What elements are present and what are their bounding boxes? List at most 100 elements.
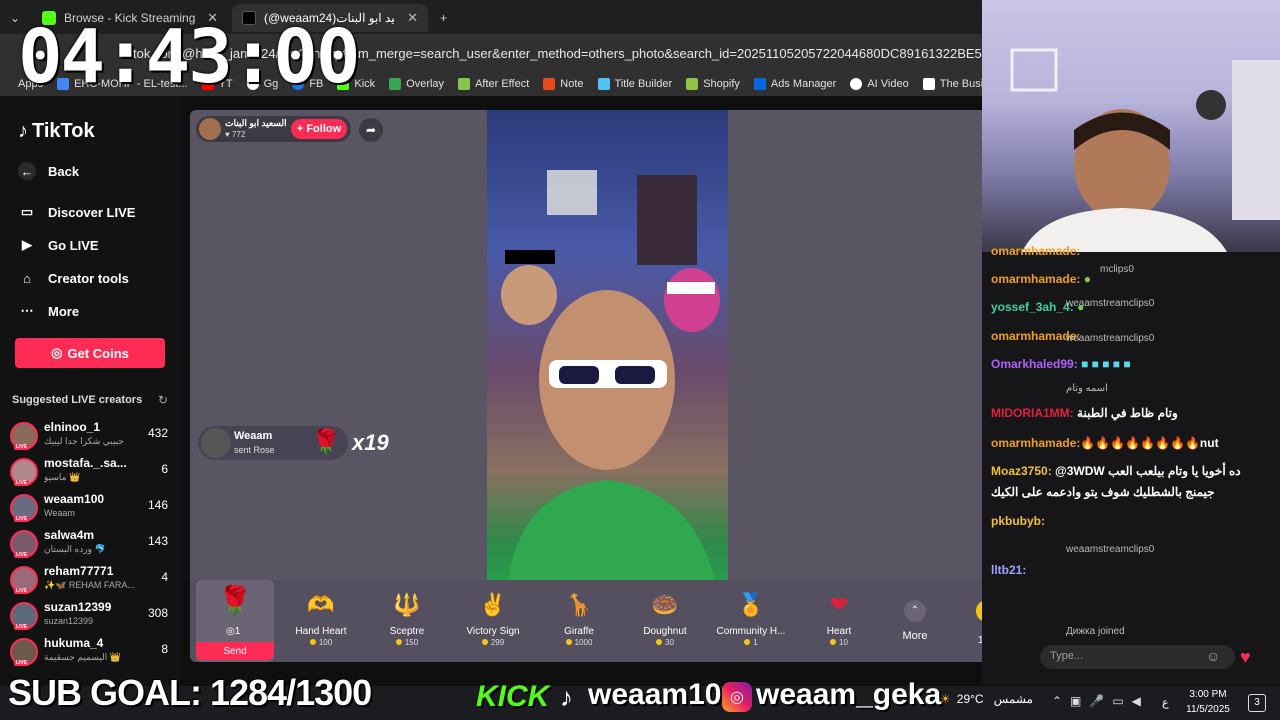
language-indicator[interactable]: ع xyxy=(1162,696,1169,709)
share-icon[interactable]: ➦ xyxy=(359,118,383,142)
nav-discover-live[interactable]: ▭ Discover LIVE xyxy=(18,203,136,221)
more-gifts-button[interactable]: ⌃ More xyxy=(895,600,935,642)
tiktok-event: weaamstreamclips0 xyxy=(1066,333,1155,344)
sun-icon: ☀ xyxy=(940,692,951,706)
gifter-name: Weaam xyxy=(234,430,273,442)
weather-widget[interactable]: ☀ 29°C مشمس xyxy=(940,692,1033,706)
kick-logo: KICK xyxy=(476,680,550,713)
tiktok-note-icon: ♪ xyxy=(560,682,573,712)
like-heart-icon[interactable]: ♥ xyxy=(1240,647,1251,668)
gift-heart[interactable]: ❤ Heart 10 xyxy=(799,590,879,647)
nav-more[interactable]: ⋯ More xyxy=(18,302,80,320)
gift-giraffe[interactable]: 🦒 Giraffe 1000 xyxy=(539,590,619,647)
live-icon: ▭ xyxy=(20,204,34,219)
get-coins-button[interactable]: ◎ Get Coins xyxy=(15,338,165,368)
live-badge: LIVE xyxy=(14,444,30,450)
bookmark-item[interactable]: After Effect xyxy=(458,78,529,90)
giraffe-icon: 🦒 xyxy=(565,592,593,617)
bookmark-item[interactable]: AI Video xyxy=(850,78,909,90)
refresh-icon[interactable]: ↻ xyxy=(158,393,168,407)
new-tab-button[interactable]: + xyxy=(430,4,458,32)
gift-notice-text: sent Rose xyxy=(234,445,275,455)
creator-item[interactable]: LIVE salwa4m ورده البستان 🐬 143 xyxy=(10,528,170,562)
instagram-icon: ◎ xyxy=(722,682,752,712)
arrow-left-icon: ← xyxy=(18,162,36,180)
live-badge: LIVE xyxy=(14,516,30,522)
community-heart-icon: 🏅 xyxy=(737,592,765,617)
chat-message: lltb21: xyxy=(991,563,1027,577)
sceptre-icon: 🔱 xyxy=(393,592,421,617)
tiktok-event: weaamstreamclips0 xyxy=(1066,298,1155,309)
victory-sign-icon: ✌ xyxy=(479,592,507,617)
live-badge: LIVE xyxy=(14,480,30,486)
gift-hand-heart[interactable]: 🫶 Hand Heart 100 xyxy=(281,590,361,647)
close-tab-icon[interactable]: ✕ xyxy=(407,10,418,26)
host-name[interactable]: السعيد ابو البنات xyxy=(225,118,287,129)
host-views: ♥ 772 xyxy=(225,130,246,139)
creator-item[interactable]: LIVE reham77771 ✨🦋 REHAM FARA... 4 xyxy=(10,564,170,598)
chat-message: omarmhamade: xyxy=(991,244,1081,258)
bookmark-item[interactable]: The Busin xyxy=(922,78,982,90)
bookmark-item[interactable]: Ads Manager xyxy=(753,78,836,90)
bookmark-item[interactable]: Overlay xyxy=(389,78,444,90)
rose-quantity: ◎1 xyxy=(226,626,241,637)
suggested-title: Suggested LIVE creators xyxy=(12,394,143,406)
gifter-avatar xyxy=(201,428,231,458)
creator-item[interactable]: LIVE suzan12399 suzan12399 308 xyxy=(10,600,170,634)
video-scene xyxy=(501,170,720,590)
host-avatar[interactable] xyxy=(199,118,221,140)
follow-button[interactable]: + Follow xyxy=(291,119,347,139)
emote-icon: ● xyxy=(1083,272,1091,286)
gift-victory-sign[interactable]: ✌ Victory Sign 299 xyxy=(453,590,533,647)
chat-message: omarmhamade:🔥🔥🔥🔥🔥🔥🔥🔥nut xyxy=(991,436,1219,450)
webcam-scene xyxy=(1010,48,1280,252)
rose-icon: 🌹 xyxy=(311,429,341,456)
coin-icon: ◎ xyxy=(51,345,63,360)
bookmark-item[interactable]: Title Builder xyxy=(597,78,672,90)
bookmark-item[interactable]: Shopify xyxy=(686,78,740,90)
cat-emote-icon: ■ ■ ■ ■ ■ xyxy=(1081,357,1131,371)
system-tray-icons[interactable]: ⌃▣🎤▭◀ xyxy=(1052,694,1149,708)
chat-message: Moaz3750: @3WDW ده أخويا يا وتام بيلعب ا… xyxy=(991,464,1241,478)
gift-sceptre[interactable]: 🔱 Sceptre 150 xyxy=(367,590,447,647)
camera-icon: ▶ xyxy=(22,237,32,252)
taskbar-date[interactable]: 11/5/2025 xyxy=(1178,704,1238,715)
chat-message: omarmhamade: ● xyxy=(991,272,1091,286)
tiktok-event: Дижка joined xyxy=(1066,626,1125,637)
sub-goal-overlay: SUB GOAL: 1284/1300 xyxy=(8,672,372,713)
send-button[interactable]: Send xyxy=(196,642,274,660)
gift-combo-count: x19 xyxy=(352,430,389,455)
emoji-icon[interactable]: ☺ xyxy=(1206,648,1220,664)
chat-message: MIDORIA1MM: وتام ظاط في الطبنة xyxy=(991,406,1178,420)
tiktok-event: اسمه وتام xyxy=(1066,383,1108,394)
live-badge: LIVE xyxy=(14,660,30,666)
notification-icon[interactable]: 3 xyxy=(1248,694,1266,712)
chat-message: Omarkhaled99: ■ ■ ■ ■ ■ xyxy=(991,357,1131,371)
tiktok-event: mclips0 xyxy=(1100,264,1134,275)
gift-community-heart[interactable]: 🏅 Community H... 1 xyxy=(711,590,791,647)
nav-creator-tools[interactable]: ⌂ Creator tools xyxy=(18,269,129,287)
bookmark-item[interactable]: Note xyxy=(543,78,584,90)
ellipsis-icon: ⋯ xyxy=(20,303,34,318)
tiktok-logo[interactable]: ♪ TikTok xyxy=(18,120,95,143)
rose-icon: 🌹 xyxy=(217,585,253,616)
nav-go-live[interactable]: ▶ Go LIVE xyxy=(18,236,99,254)
webcam-overlay xyxy=(982,0,1280,252)
creator-item[interactable]: LIVE hukuma_4 اليسميم جسقيمة 👑 8 xyxy=(10,636,170,670)
live-badge: LIVE xyxy=(14,624,30,630)
instagram-username: weaam_geka xyxy=(756,678,942,711)
chat-message: pkbubyb: xyxy=(991,514,1045,528)
live-video[interactable] xyxy=(487,110,728,590)
gift-doughnut[interactable]: 🍩 Doughnut 30 xyxy=(625,590,705,647)
back-button[interactable]: ← Back xyxy=(18,162,79,180)
live-badge: LIVE xyxy=(14,552,30,558)
chat-message: جيمنج بالشطليك شوف يتو وادعمه على الكيك xyxy=(991,485,1215,499)
doughnut-icon: 🍩 xyxy=(651,592,679,617)
creator-item[interactable]: LIVE elninoo_1 حبيبي شكرا جدا ليييك 432 xyxy=(10,420,170,454)
tiktok-note-icon: ♪ xyxy=(18,120,28,142)
creator-item[interactable]: LIVE weaam100 Weaam 146 xyxy=(10,492,170,526)
taskbar-time[interactable]: 3:00 PM xyxy=(1178,689,1238,700)
live-badge: LIVE xyxy=(14,588,30,594)
creator-item[interactable]: LIVE mostafa._.sa... ماسيو 👑 6 xyxy=(10,456,170,490)
tiktok-event: weaamstreamclips0 xyxy=(1066,544,1155,555)
